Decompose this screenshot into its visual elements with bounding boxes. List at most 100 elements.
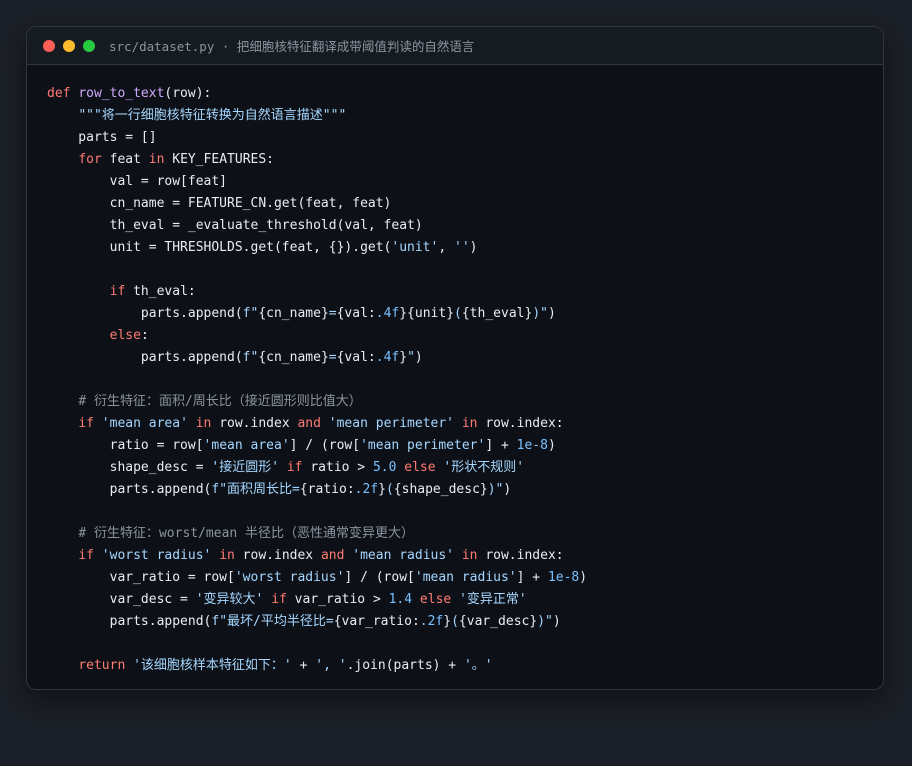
code-token: ,	[438, 240, 454, 255]
code-token: .4f	[375, 350, 400, 365]
code-line: val = row[feat]	[47, 171, 883, 193]
code-token: (row):	[164, 86, 212, 101]
code-token: ratio = row[	[47, 438, 204, 453]
code-token: else	[109, 328, 141, 343]
code-token: =	[328, 350, 337, 365]
code-token: 'worst radius'	[101, 548, 212, 563]
code-token: '变异较大'	[195, 592, 264, 607]
code-token: parts.append(	[47, 350, 243, 365]
code-token: ] +	[485, 438, 517, 453]
code-token: ratio >	[302, 460, 373, 475]
code-token: )	[547, 306, 556, 321]
code-token: unit = THRESHOLDS.get(feat, {}).get(	[47, 240, 392, 255]
code-token: {var_ratio:	[333, 614, 420, 629]
code-token: if	[286, 460, 303, 475]
code-line: parts.append(f"最坏/平均半径比={var_ratio:.2f}(…	[47, 611, 883, 633]
code-token: )	[552, 614, 561, 629]
code-token: f"面积周长比=	[211, 482, 300, 497]
code-token: ] / (row[	[289, 438, 361, 453]
code-token: var_ratio >	[286, 592, 389, 607]
code-token: '该细胞核样本特征如下：'	[133, 658, 292, 673]
code-window: src/dataset.py · 把细胞核特征翻译成带阈值判读的自然语言 def…	[26, 26, 884, 690]
code-token: KEY_FEATURES:	[164, 152, 274, 167]
code-token: th_eval = _evaluate_threshold(val, feat)	[47, 218, 423, 233]
code-token: }{unit}	[399, 306, 455, 321]
code-token: ] / (row[	[344, 570, 415, 585]
code-line: if 'mean area' in row.index and 'mean pe…	[47, 413, 883, 435]
code-token: """将一行细胞核特征转换为自然语言描述"""	[78, 108, 347, 123]
code-line: """将一行细胞核特征转换为自然语言描述"""	[47, 105, 883, 127]
code-token: # 衍生特征：面积/周长比（接近圆形则比值大）	[78, 394, 362, 409]
code-line: for feat in KEY_FEATURES:	[47, 149, 883, 171]
code-token: {th_eval}	[461, 306, 533, 321]
code-line: else:	[47, 325, 883, 347]
code-token: if	[271, 592, 287, 607]
code-token: in	[148, 152, 165, 167]
code-token: :	[140, 328, 149, 343]
code-token: 'mean radius'	[352, 548, 455, 563]
code-token: row.index	[211, 416, 298, 431]
code-token: else	[404, 460, 436, 475]
code-token: .2f	[419, 614, 444, 629]
code-token: '变异正常'	[459, 592, 527, 607]
code-line: shape_desc = '接近圆形' if ratio > 5.0 else …	[47, 457, 883, 479]
code-token: ] +	[516, 570, 548, 585]
code-line: unit = THRESHOLDS.get(feat, {}).get('uni…	[47, 237, 883, 259]
code-line: var_ratio = row['worst radius'] / (row['…	[47, 567, 883, 589]
code-token: cn_name = FEATURE_CN.get(feat, feat)	[47, 196, 392, 211]
code-token: else	[419, 592, 452, 607]
close-dot-icon[interactable]	[43, 39, 55, 52]
code-token: )	[414, 350, 423, 365]
code-line: var_desc = '变异较大' if var_ratio > 1.4 els…	[47, 589, 883, 611]
code-token: (	[385, 482, 394, 497]
code-token: for	[78, 152, 102, 167]
code-token: and	[320, 548, 345, 563]
code-line: return '该细胞核样本特征如下：' + ', '.join(parts) …	[47, 655, 883, 677]
code-token: in	[219, 548, 235, 563]
code-token: 1e-8	[547, 570, 580, 585]
code-line: if 'worst radius' in row.index and 'mean…	[47, 545, 883, 567]
code-token: if	[78, 548, 94, 563]
code-token: {cn_name}	[258, 306, 329, 321]
code-line: # 衍生特征：面积/周长比（接近圆形则比值大）	[47, 391, 883, 413]
code-token: and	[297, 416, 321, 431]
code-token: +	[291, 658, 316, 673]
code-token: '形状不规则'	[443, 460, 525, 475]
code-line: th_eval = _evaluate_threshold(val, feat)	[47, 215, 883, 237]
code-token: )"	[537, 614, 553, 629]
code-token: )"	[487, 482, 504, 497]
code-token: ''	[454, 240, 470, 255]
code-token: (	[451, 614, 459, 629]
code-token: parts = []	[47, 130, 157, 145]
code-token: }	[443, 614, 452, 629]
code-token: row.index:	[477, 548, 564, 563]
code-token: 'mean perimeter'	[360, 438, 486, 453]
code-token: parts.append(	[47, 614, 212, 629]
code-token: {val:	[336, 306, 376, 321]
code-token: {cn_name}	[258, 350, 329, 365]
code-token: 'mean radius'	[414, 570, 517, 585]
code-token: 'mean perimeter'	[328, 416, 455, 431]
code-token: .4f	[375, 306, 400, 321]
code-token: 1e-8	[516, 438, 548, 453]
code-token: }	[378, 482, 386, 497]
code-token: row.index:	[477, 416, 564, 431]
code-token: return	[78, 658, 126, 673]
code-token: in	[461, 548, 478, 563]
minimize-dot-icon[interactable]	[63, 39, 75, 52]
maximize-dot-icon[interactable]	[83, 39, 95, 52]
code-editor[interactable]: def row_to_text(row): """将一行细胞核特征转换为自然语言…	[27, 65, 883, 677]
